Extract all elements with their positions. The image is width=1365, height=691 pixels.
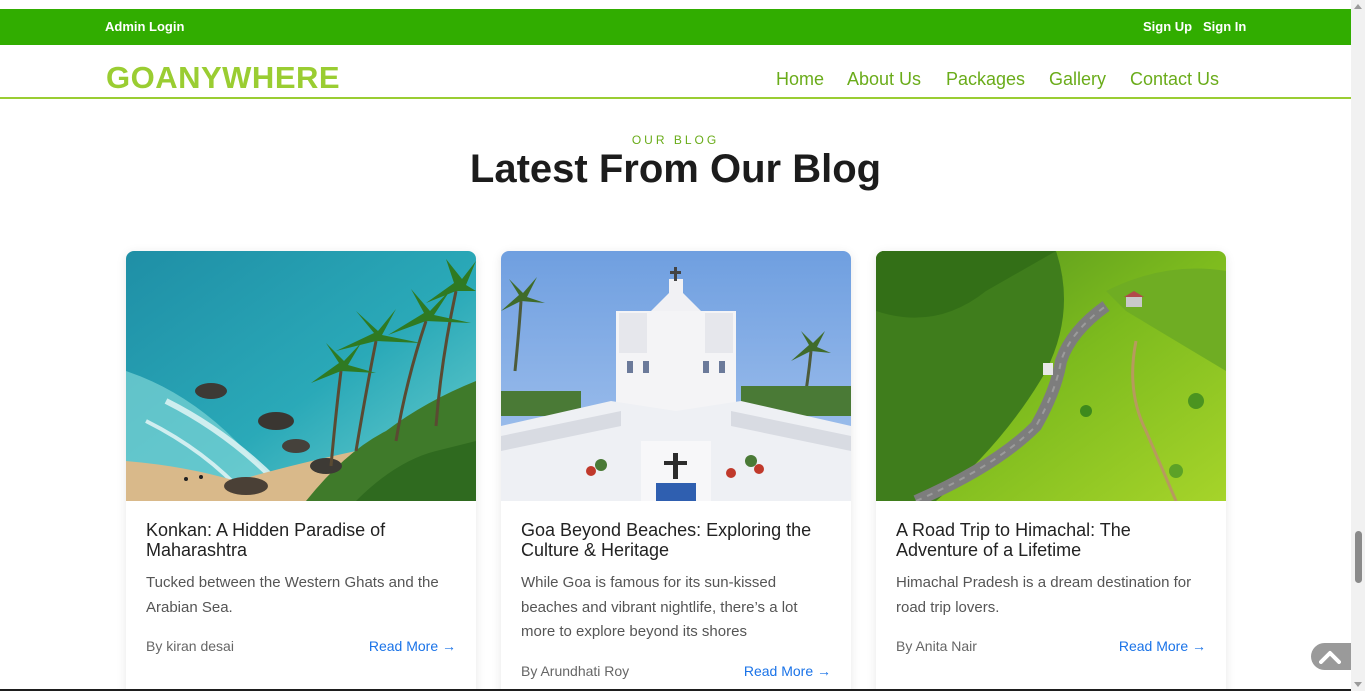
konkan-coast-image[interactable]	[126, 251, 476, 501]
blog-card-goa[interactable]: Goa Beyond Beaches: Exploring the Cultur…	[501, 251, 851, 691]
nav-about-us[interactable]: About Us	[847, 68, 921, 90]
himachal-road-image[interactable]	[876, 251, 1226, 501]
back-to-top-button[interactable]	[1311, 643, 1351, 670]
window-top-strip	[0, 0, 1351, 9]
read-more-link[interactable]: Read More →	[744, 663, 831, 679]
card-excerpt: Tucked between the Western Ghats and the…	[146, 574, 439, 616]
nav-packages[interactable]: Packages	[946, 68, 1025, 90]
blog-heading: Latest From Our Blog	[469, 147, 882, 191]
card-title[interactable]: Goa Beyond Beaches: Exploring the Cultur…	[521, 520, 831, 560]
card-title[interactable]: Konkan: A Hidden Paradise of Maharashtra	[146, 520, 456, 560]
blog-card-konkan[interactable]: Konkan: A Hidden Paradise of Maharashtra…	[126, 251, 476, 691]
card-title[interactable]: A Road Trip to Himachal: The Adventure o…	[896, 520, 1206, 560]
card-excerpt: While Goa is famous for its sun-kissed b…	[521, 574, 798, 640]
read-more-link[interactable]: Read More →	[1119, 638, 1206, 654]
nav-contact-us[interactable]: Contact Us	[1130, 68, 1219, 90]
read-more-link[interactable]: Read More →	[369, 638, 456, 654]
sign-in-link[interactable]: Sign In	[1203, 19, 1246, 34]
blog-card-himachal[interactable]: A Road Trip to Himachal: The Adventure o…	[876, 251, 1226, 691]
scroll-down-icon[interactable]	[1354, 682, 1362, 687]
scrollbar-thumb[interactable]	[1355, 531, 1362, 583]
card-author: By Arundhati Roy	[521, 663, 630, 679]
blog-eyebrow: OUR BLOG	[631, 133, 720, 147]
site-logo[interactable]: GOANYWHERE	[106, 61, 340, 95]
nav-gallery[interactable]: Gallery	[1049, 68, 1106, 90]
site-header: GOANYWHERE Home About Us Packages Galler…	[0, 45, 1351, 99]
scroll-up-icon[interactable]	[1354, 4, 1362, 9]
card-author: By kiran desai	[146, 638, 234, 654]
card-excerpt: Himachal Pradesh is a dream destination …	[896, 574, 1192, 616]
nav-home[interactable]: Home	[776, 68, 824, 90]
chevron-up-icon	[1319, 651, 1341, 664]
vertical-scrollbar[interactable]	[1351, 0, 1365, 691]
admin-login-link[interactable]: Admin Login	[105, 19, 184, 34]
card-author: By Anita Nair	[896, 638, 977, 654]
top-bar: Admin Login Sign Up Sign In	[0, 9, 1351, 45]
sign-up-link[interactable]: Sign Up	[1143, 19, 1192, 34]
goa-church-image[interactable]	[501, 251, 851, 501]
